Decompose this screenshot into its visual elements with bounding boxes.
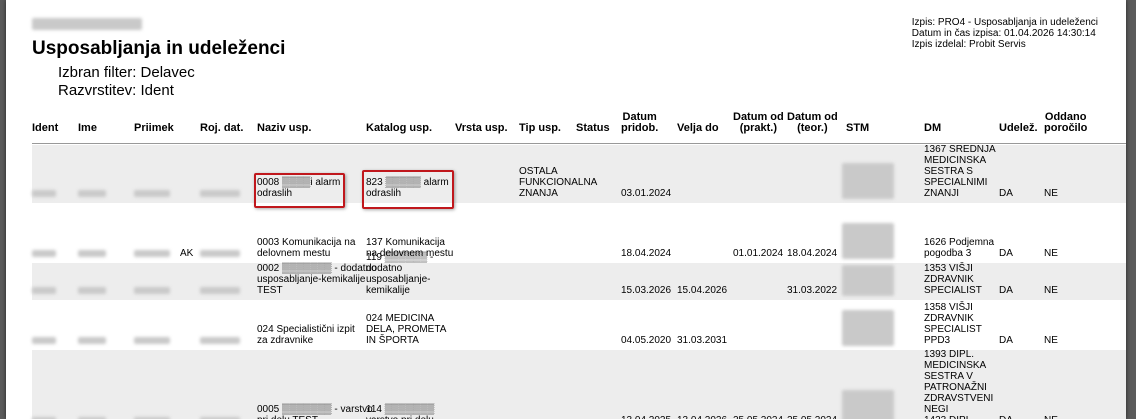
filter-label: Izbran filter: Delavec (58, 64, 195, 81)
redacted-cell (134, 250, 170, 257)
date-theory: 25.05.2024 (787, 415, 837, 419)
column-header: Tip usp. (519, 122, 561, 134)
report-meta: Izpis: PRO4 - Usposabljanja in udeleženc… (912, 17, 1098, 50)
training-name: 0003 Komunikacija na delovnem mestu (257, 237, 356, 259)
meta-izpis: Izpis: PRO4 - Usposabljanja in udeleženc… (911, 17, 1098, 28)
report-submitted: NE (1044, 188, 1058, 199)
redacted-cell (32, 190, 56, 197)
redacted-stm (842, 163, 894, 199)
column-header: Priimek (134, 122, 174, 134)
redacted-stm (842, 310, 894, 346)
date-practical: 01.01.2024 (733, 248, 784, 259)
participation: DA (999, 335, 1013, 346)
table-row[interactable]: 0002 ▒▒▒▒▒▒▒ - dodatno usposabljanje-kem… (32, 252, 1126, 300)
column-header: STM (846, 122, 870, 134)
table-row[interactable]: AK 0003 Komunikacija na delovnem mestu 137… (32, 202, 1126, 263)
report-submitted: NE (1044, 285, 1058, 296)
redacted-cell (200, 337, 240, 344)
date-theory: 31.03.2022 (787, 285, 838, 296)
column-header: Katalog usp. (366, 122, 433, 134)
redacted-cell (200, 287, 240, 294)
date-acquired: 15.03.2026 (621, 285, 672, 296)
redacted-header-code (32, 18, 142, 30)
valid-until: 31.03.2031 (677, 335, 728, 346)
redacted-cell (134, 190, 170, 197)
date-acquired: 18.04.2024 (621, 248, 672, 259)
column-header: Vrsta usp. (455, 122, 508, 134)
date-acquired: 04.05.2020 (621, 335, 672, 346)
column-header: DM (924, 122, 942, 134)
column-header: Udelež. (999, 122, 1038, 134)
column-header: Oddano poročilo (1044, 111, 1088, 134)
table-row[interactable]: 0005 ▒▒▒▒▒▒▒ - varstvo pri delu TEST114 … (32, 349, 1126, 419)
column-header: Ime (78, 122, 97, 134)
column-header: Ident (32, 122, 59, 134)
work-position: 1393 DIPL. MEDICINSKA SESTRA V PATRONAŽN… (924, 349, 994, 419)
column-header: Velja do (677, 122, 719, 134)
redacted-stm (842, 265, 894, 296)
table-row[interactable]: 024 Specialistični izpit za zdravnike 024… (32, 300, 1126, 350)
date-practical: 25.05.2024 (733, 415, 783, 419)
training-name: 024 Specialistični izpit za zdravnike (257, 324, 355, 346)
training-name: 0002 ▒▒▒▒▒▒▒ - dodatno usposabljanje-kem… (257, 263, 377, 296)
participation: DA (999, 415, 1013, 419)
sort-label: Razvrstitev: Ident (58, 82, 174, 99)
column-header: Datum od (teor.) (787, 111, 838, 134)
redacted-cell (32, 287, 56, 294)
redacted-cell (78, 287, 106, 294)
redacted-stm (842, 390, 894, 419)
column-header: Datum pridob. (621, 111, 659, 134)
redacted-cell (78, 337, 106, 344)
work-position: 1353 VIŠJI ZDRAVNIK SPECIALIST (924, 263, 982, 296)
report-submitted: NE (1044, 335, 1058, 346)
date-acquired: 03.01.2024 (621, 188, 672, 199)
date-acquired: 13.04.2025 (621, 415, 671, 419)
work-position: 1358 VIŠJI ZDRAVNIK SPECIALIST PPD3 (924, 302, 982, 346)
training-name: 0005 ▒▒▒▒▒▒▒ - varstvo pri delu TEST (257, 404, 373, 419)
meta-izdelal: Izpis izdelal: Probit Servis (911, 39, 1026, 50)
column-header: Naziv usp. (257, 122, 312, 134)
redacted-cell (200, 250, 240, 257)
report-submitted: NE (1044, 248, 1058, 259)
valid-until: 15.04.2026 (677, 285, 728, 296)
column-header: Datum od (prakt.) (733, 111, 784, 134)
meta-datum: Datum in čas izpisa: 01.04.2026 14:30:14 (911, 28, 1096, 39)
redacted-cell (32, 337, 56, 344)
column-header: Status (576, 122, 610, 134)
report-submitted: NE (1044, 415, 1058, 419)
redacted-stm (842, 223, 894, 259)
work-position: 1367 SREDNJA MEDICINSKA SESTRA S SPECIAL… (924, 144, 996, 199)
redacted-cell (200, 190, 240, 197)
redacted-cell (32, 250, 56, 257)
training-catalog: 119 ▒▒▒▒▒▒ - dodatno usposabljanje- kemi… (366, 252, 434, 296)
participation: DA (999, 248, 1013, 259)
training-catalog: 024 MEDICINA DELA, PROMETA IN ŠPORTA (366, 313, 447, 346)
participation: DA (999, 188, 1013, 199)
report-page: Usposabljanja in udeleženci Izbran filte… (6, 0, 1126, 419)
redacted-cell (134, 337, 170, 344)
participation: DA (999, 285, 1013, 296)
column-header: Roj. dat. (200, 122, 244, 134)
report-title: Usposabljanja in udeleženci (32, 38, 286, 59)
table-row[interactable]: 0008 ▒▒▒▒i alarm odraslih 823 ▒▒▒▒▒ alarm… (32, 144, 1126, 209)
redacted-cell (134, 287, 170, 294)
valid-until: 13.04.2026 (677, 415, 727, 419)
redacted-cell (78, 250, 106, 257)
redacted-cell (78, 190, 106, 197)
training-type: OSTALA FUNKCIONALNA ZNANJA (519, 166, 598, 199)
training-catalog: 114 ▒▒▒▒▒▒▒ varstvo pri delu (366, 404, 435, 419)
date-theory: 18.04.2024 (787, 248, 838, 259)
work-position: 1626 Podjemna pogodba 3 (924, 237, 995, 259)
surname-suffix: AK (180, 248, 194, 259)
